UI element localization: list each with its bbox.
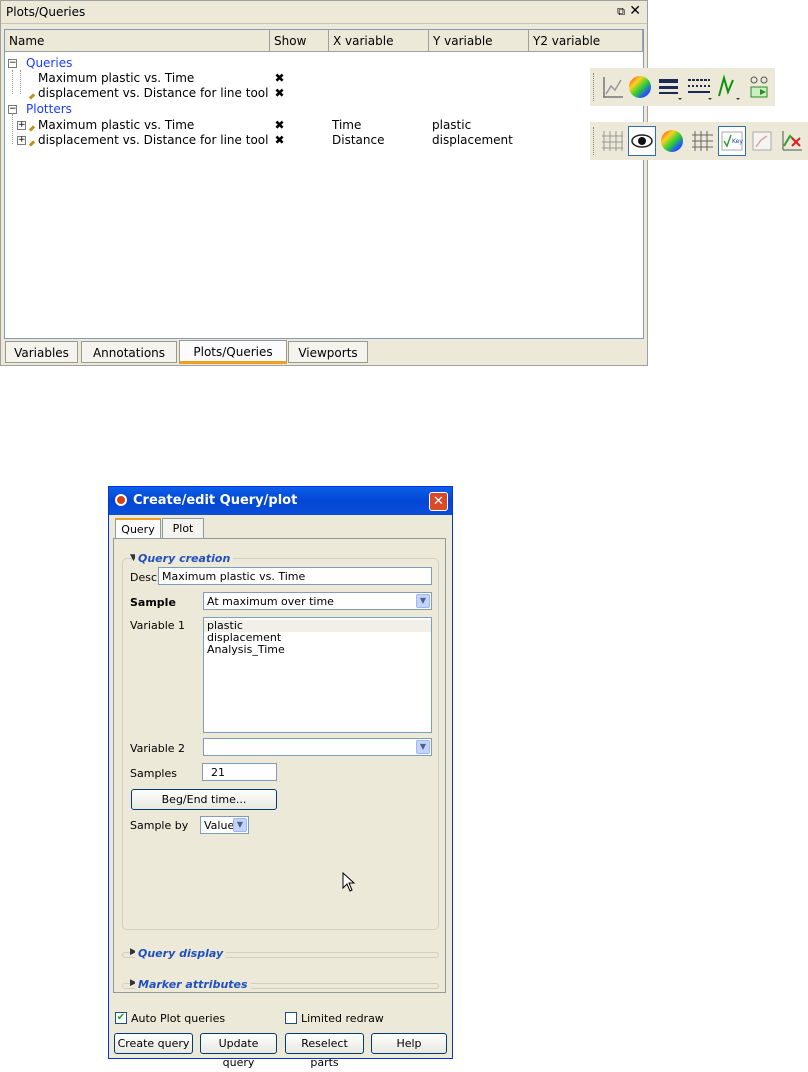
group-label: Plotters	[26, 102, 72, 116]
panel-title: Plots/Queries	[6, 5, 86, 19]
query-name: displacement vs. Distance for line tool	[38, 86, 269, 100]
column-header-show[interactable]: Show	[270, 30, 329, 52]
key-label: Key	[732, 138, 743, 145]
show-toggle-icon[interactable]: ✖	[273, 134, 286, 147]
plot-toolbar-2: Key	[590, 122, 808, 160]
auto-plot-checkbox[interactable]: ✔	[115, 1012, 127, 1024]
limited-redraw-label: Limited redraw	[301, 1012, 384, 1025]
sample-select[interactable]: At maximum over time ▼	[203, 592, 432, 610]
tab-viewports[interactable]: Viewports	[288, 341, 368, 363]
close-icon[interactable]: ✕	[429, 492, 448, 511]
desc-label: Desc	[130, 571, 158, 584]
create-edit-query-dialog: Create/edit Query/plot ✕ Query Plot ▼ Qu…	[108, 486, 453, 1069]
query-display-title[interactable]: Query display	[135, 947, 227, 960]
pencil-icon	[28, 140, 36, 147]
x-variable-cell: Distance	[332, 133, 385, 147]
panel-title-bar: Plots/Queries ⧉ ✕	[1, 1, 647, 24]
plot-frame-icon[interactable]	[748, 126, 776, 156]
float-icon[interactable]: ⧉	[617, 5, 625, 19]
variable1-list[interactable]: plastic displacement Analysis_Time	[203, 617, 432, 733]
pencil-icon	[28, 93, 36, 100]
sample-by-select-value: Value	[204, 819, 235, 832]
query-tool-icon[interactable]	[746, 72, 774, 102]
samples-label: Samples	[130, 767, 177, 780]
legend-key-icon[interactable]: Key	[718, 126, 746, 156]
query-creation-title[interactable]: Query creation	[135, 552, 234, 565]
show-toggle-icon[interactable]: ✖	[273, 72, 286, 85]
column-header-y-variable[interactable]: Y variable	[429, 30, 529, 52]
tab-annotations[interactable]: Annotations	[81, 341, 177, 363]
marker-attributes-title[interactable]: Marker attributes	[135, 978, 251, 991]
group-label: Queries	[26, 56, 73, 70]
app-logo-icon	[115, 494, 127, 506]
dialog-title-bar[interactable]: Create/edit Query/plot ✕	[109, 487, 452, 515]
variable2-label: Variable 2	[130, 742, 186, 755]
plots-queries-panel: Plots/Queries ⧉ ✕ Name Show X variable Y…	[0, 0, 648, 366]
limited-redraw-checkbox[interactable]	[285, 1012, 297, 1024]
collapse-icon[interactable]: −	[8, 105, 17, 114]
line-width-icon[interactable]	[656, 72, 684, 102]
chevron-down-icon[interactable]: ▼	[233, 818, 247, 832]
list-item[interactable]: Analysis_Time	[204, 644, 431, 656]
show-toggle-icon[interactable]: ✖	[273, 119, 286, 132]
mouse-cursor-icon	[342, 872, 356, 892]
dialog-title: Create/edit Query/plot	[133, 493, 298, 508]
sample-label: Sample	[130, 596, 176, 609]
help-button[interactable]: Help	[371, 1033, 447, 1054]
y-variable-cell: displacement	[432, 133, 513, 147]
expand-icon[interactable]: +	[17, 121, 26, 130]
toolbar-grip[interactable]	[593, 127, 596, 155]
collapse-icon[interactable]: −	[8, 59, 17, 68]
reselect-parts-button[interactable]: Reselect parts	[285, 1033, 364, 1069]
show-toggle-icon[interactable]: ✖	[273, 87, 286, 100]
update-query-button[interactable]: Update query	[200, 1033, 277, 1069]
create-query-button[interactable]: Create query	[114, 1033, 193, 1054]
axis-swap-icon[interactable]	[778, 126, 806, 156]
chevron-down-icon[interactable]: ▼	[416, 740, 430, 754]
column-header-y2-variable[interactable]: Y2 variable	[529, 30, 643, 52]
sample-by-label: Sample by	[130, 819, 189, 832]
variable2-select[interactable]: ▼	[203, 738, 432, 756]
query-name: Maximum plastic vs. Time	[38, 71, 195, 85]
y-variable-cell: plastic	[432, 118, 472, 132]
color-wheel-icon[interactable]	[626, 72, 654, 102]
desc-input[interactable]: Maximum plastic vs. Time	[158, 567, 432, 585]
tab-variables[interactable]: Variables	[5, 341, 78, 363]
plotter-name: Maximum plastic vs. Time	[38, 118, 195, 132]
marker-style-icon[interactable]	[716, 72, 744, 102]
plots-queries-tree: Name Show X variable Y variable Y2 varia…	[4, 29, 644, 339]
plot-toolbar-1	[590, 68, 775, 106]
line-style-icon[interactable]	[686, 72, 714, 102]
pencil-icon	[28, 125, 36, 132]
expand-icon[interactable]: +	[17, 136, 26, 145]
samples-input[interactable]: 21	[202, 763, 277, 781]
plotter-name: displacement vs. Distance for line tool	[38, 133, 269, 147]
close-icon[interactable]: ✕	[629, 3, 641, 19]
grid-lines-icon[interactable]	[688, 126, 716, 156]
tab-plot[interactable]: Plot	[162, 518, 204, 538]
column-header-x-variable[interactable]: X variable	[329, 30, 429, 52]
tab-query[interactable]: Query	[115, 518, 161, 539]
chevron-down-icon[interactable]: ▼	[416, 594, 430, 608]
eye-icon[interactable]	[628, 126, 656, 156]
toolbar-grip[interactable]	[593, 73, 596, 101]
tab-plots-queries[interactable]: Plots/Queries	[179, 340, 287, 364]
color-wheel-icon[interactable]	[658, 126, 686, 156]
auto-plot-label: Auto Plot queries	[131, 1012, 226, 1025]
x-variable-cell: Time	[332, 118, 362, 132]
line-chart-icon[interactable]	[598, 72, 626, 102]
column-header-name[interactable]: Name	[5, 30, 270, 52]
sample-by-select[interactable]: Value ▼	[200, 816, 249, 834]
sample-select-value: At maximum over time	[207, 595, 334, 608]
dialog-tab-content: ▼ Query creation Desc Maximum plastic vs…	[113, 538, 446, 993]
variable1-label: Variable 1	[130, 619, 186, 632]
beg-end-time-button[interactable]: Beg/End time...	[131, 789, 277, 810]
grid-icon[interactable]	[598, 126, 626, 156]
